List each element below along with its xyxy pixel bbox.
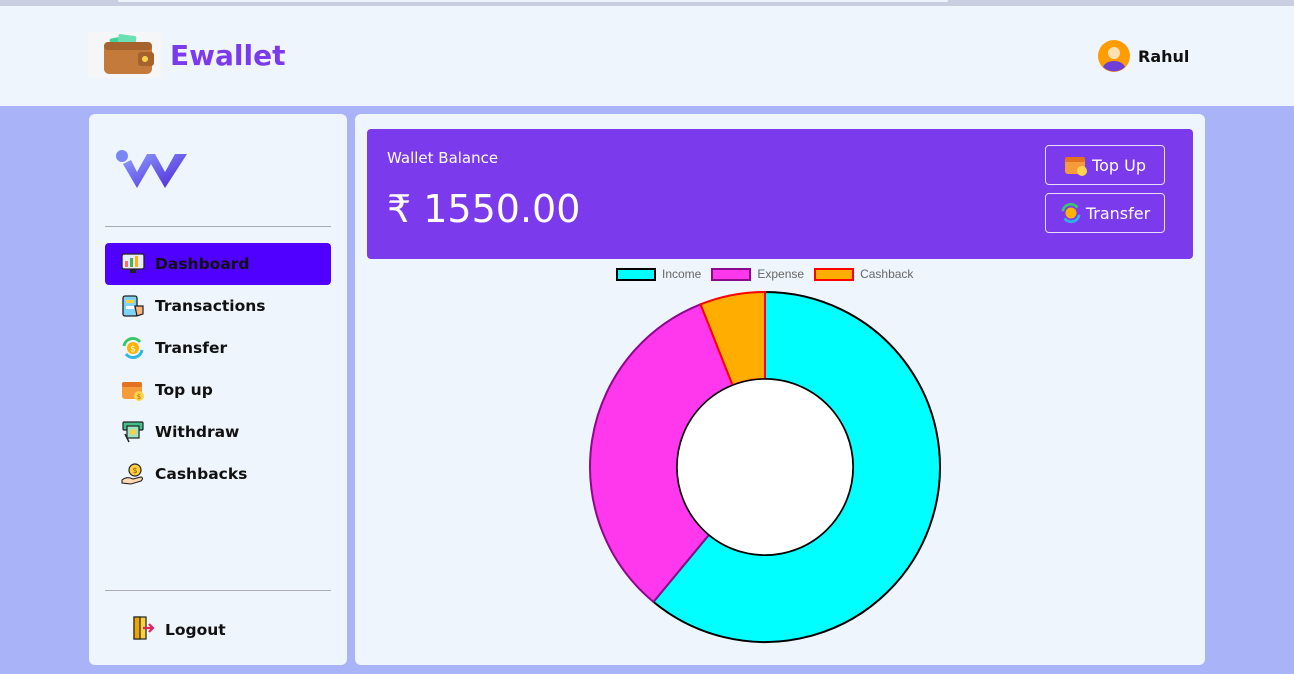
sidebar-item-transfer[interactable]: $ Transfer (105, 327, 331, 369)
app-title: Ewallet (170, 38, 286, 72)
sidebar-item-label: Dashboard (155, 255, 250, 273)
sidebar-item-cashbacks[interactable]: $ Cashbacks (105, 453, 331, 495)
sidebar-item-label: Cashbacks (155, 465, 248, 483)
sidebar-item-label: Withdraw (155, 423, 240, 441)
dashboard-icon (121, 252, 145, 276)
sidebar-divider (105, 590, 331, 591)
doughnut-chart (589, 290, 941, 643)
doughnut-hole (676, 378, 854, 556)
sidebar: Dashboard Transactions $ Transfer $ Top … (89, 114, 347, 665)
svg-text:$: $ (132, 466, 137, 475)
sidebar-item-label: Transfer (155, 339, 228, 357)
app-header: Ewallet Rahul (0, 6, 1294, 106)
sidebar-nav: Dashboard Transactions $ Transfer $ Top … (105, 243, 331, 495)
main-panel: Wallet Balance ₹ 1550.00 Top Up Transfer… (355, 114, 1205, 665)
sidebar-divider (105, 226, 331, 227)
sidebar-item-label: Transactions (155, 297, 266, 315)
avatar (1098, 40, 1130, 72)
brand[interactable]: Ewallet (88, 32, 285, 78)
transactions-icon (121, 294, 145, 318)
sidebar-item-transactions[interactable]: Transactions (105, 285, 331, 327)
side-logo-icon (115, 146, 191, 196)
logout-label: Logout (165, 621, 226, 639)
scroll-indicator (118, 0, 948, 2)
cashback-icon: $ (121, 462, 145, 486)
transfer-icon: $ (121, 336, 145, 360)
logout-button[interactable]: Logout (131, 615, 226, 645)
wallet-icon (88, 32, 162, 78)
svg-text:$: $ (137, 393, 141, 401)
user-name: Rahul (1138, 46, 1190, 66)
sidebar-item-label: Top up (155, 381, 213, 399)
withdraw-icon (121, 420, 145, 444)
svg-text:$: $ (130, 345, 136, 355)
topup-icon: $ (121, 378, 145, 402)
user-menu[interactable]: Rahul (1098, 40, 1189, 72)
sidebar-item-withdraw[interactable]: Withdraw (105, 411, 331, 453)
logout-icon (131, 615, 155, 645)
sidebar-item-dashboard[interactable]: Dashboard (105, 243, 331, 285)
sidebar-item-topup[interactable]: $ Top up (105, 369, 331, 411)
